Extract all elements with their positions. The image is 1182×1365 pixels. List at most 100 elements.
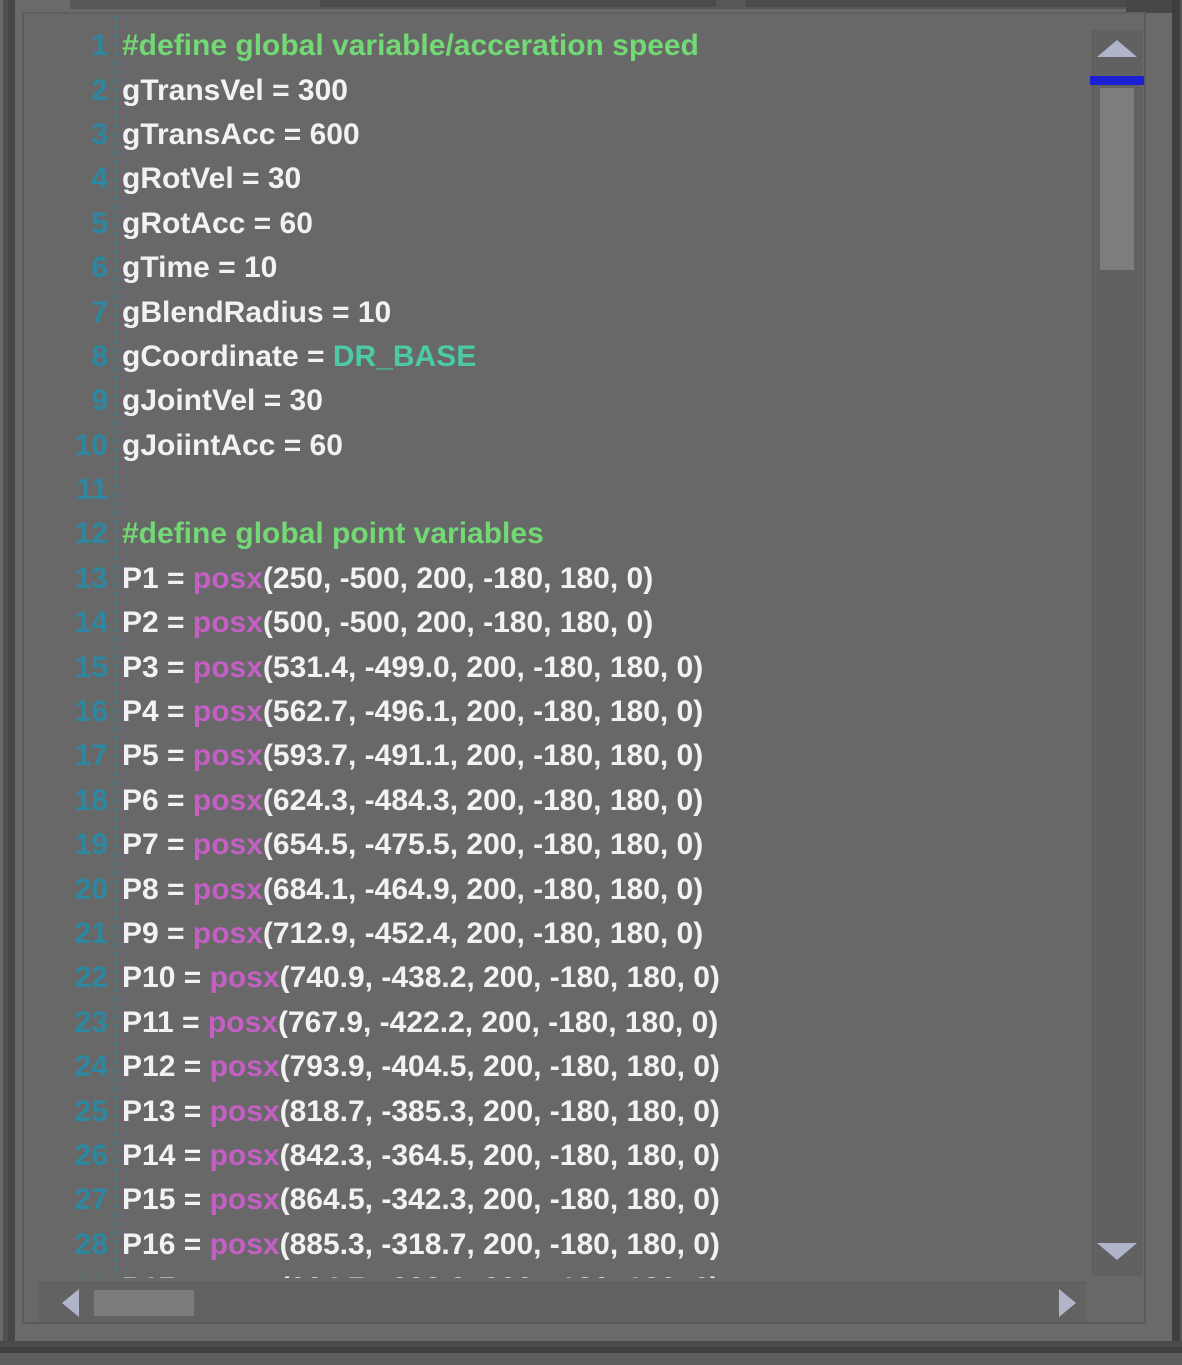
- code-line: 23P11 = posx(767.9, -422.2, 200, -180, 1…: [26, 1001, 1092, 1045]
- code-line: 27P15 = posx(864.5, -342.3, 200, -180, 1…: [26, 1178, 1092, 1222]
- code-token-plain: P1 =: [122, 562, 193, 595]
- code-line: 16P4 = posx(562.7, -496.1, 200, -180, 18…: [26, 690, 1092, 734]
- line-number: 18: [26, 784, 114, 818]
- code-token-plain: P11 =: [122, 1006, 208, 1039]
- scroll-down-arrow-icon[interactable]: [1097, 1243, 1137, 1260]
- line-number: 6: [26, 251, 114, 285]
- code-token-plain: (864.5, -342.3, 200, -180, 180, 0): [280, 1183, 720, 1216]
- vertical-scrollbar-thumb[interactable]: [1100, 88, 1134, 270]
- code-token-func: posx: [210, 961, 280, 994]
- code-text: P1 = posx(250, -500, 200, -180, 180, 0): [122, 562, 653, 596]
- code-token-plain: (531.4, -499.0, 200, -180, 180, 0): [263, 651, 703, 684]
- code-token-plain: (767.9, -422.2, 200, -180, 180, 0): [278, 1006, 718, 1039]
- code-token-plain: P16 =: [122, 1228, 210, 1261]
- code-token-plain: P10 =: [122, 961, 210, 994]
- code-line: 22P10 = posx(740.9, -438.2, 200, -180, 1…: [26, 956, 1092, 1000]
- code-text: P8 = posx(684.1, -464.9, 200, -180, 180,…: [122, 873, 703, 907]
- code-area[interactable]: 1#define global variable/acceration spee…: [26, 16, 1092, 1278]
- cropped-toolbar-button-edge: [746, 0, 1126, 7]
- code-token-plain: (793.9, -404.5, 200, -180, 180, 0): [280, 1050, 720, 1083]
- code-token-func: posx: [210, 1095, 280, 1128]
- horizontal-scrollbar[interactable]: [38, 1282, 1086, 1322]
- code-text: P10 = posx(740.9, -438.2, 200, -180, 180…: [122, 961, 720, 995]
- code-line: 21P9 = posx(712.9, -452.4, 200, -180, 18…: [26, 912, 1092, 956]
- code-text: P16 = posx(885.3, -318.7, 200, -180, 180…: [122, 1228, 720, 1262]
- scroll-up-arrow-icon[interactable]: [1097, 40, 1137, 57]
- code-line: 18P6 = posx(624.3, -484.3, 200, -180, 18…: [26, 779, 1092, 823]
- line-number: 8: [26, 340, 114, 374]
- code-token-plain: gTime = 10: [122, 251, 277, 284]
- code-text: P6 = posx(624.3, -484.3, 200, -180, 180,…: [122, 784, 703, 818]
- code-text: gRotVel = 30: [122, 162, 301, 196]
- code-token-plain: P17 =: [122, 1272, 210, 1278]
- line-number: 12: [26, 517, 114, 551]
- line-number: 11: [26, 473, 114, 507]
- line-number: 7: [26, 296, 114, 330]
- code-line: 19P7 = posx(654.5, -475.5, 200, -180, 18…: [26, 823, 1092, 867]
- scroll-right-arrow-icon[interactable]: [1059, 1289, 1076, 1317]
- line-number: 3: [26, 118, 114, 152]
- code-text: P7 = posx(654.5, -475.5, 200, -180, 180,…: [122, 828, 703, 862]
- code-line: 10gJoiintAcc = 60: [26, 424, 1092, 468]
- code-line: 12#define global point variables: [26, 512, 1092, 556]
- code-token-plain: P13 =: [122, 1095, 210, 1128]
- horizontal-scrollbar-thumb[interactable]: [94, 1290, 194, 1316]
- code-line: 3gTransAcc = 600: [26, 113, 1092, 157]
- code-token-comment: #define global point variables: [122, 517, 544, 550]
- line-number: 13: [26, 562, 114, 596]
- code-lines: 1#define global variable/acceration spee…: [26, 24, 1092, 1278]
- cropped-toolbar-button-edge: [320, 0, 716, 7]
- vertical-scrollbar[interactable]: [1092, 30, 1142, 1276]
- code-token-plain: P12 =: [122, 1050, 210, 1083]
- code-text: P9 = posx(712.9, -452.4, 200, -180, 180,…: [122, 917, 703, 951]
- code-token-plain: (250, -500, 200, -180, 180, 0): [263, 562, 653, 595]
- code-text: gJoiintAcc = 60: [122, 429, 343, 463]
- code-token-plain: (885.3, -318.7, 200, -180, 180, 0): [280, 1228, 720, 1261]
- code-token-plain: gTransVel = 300: [122, 74, 348, 107]
- code-line: 14P2 = posx(500, -500, 200, -180, 180, 0…: [26, 601, 1092, 645]
- code-token-plain: P8 =: [122, 873, 193, 906]
- line-number: 23: [26, 1006, 114, 1040]
- scroll-position-indicator: [1090, 76, 1144, 85]
- code-editor-window: 1#define global variable/acceration spee…: [0, 0, 1182, 1365]
- line-number: 19: [26, 828, 114, 862]
- code-token-plain: (684.1, -464.9, 200, -180, 180, 0): [263, 873, 703, 906]
- code-text: P15 = posx(864.5, -342.3, 200, -180, 180…: [122, 1183, 720, 1217]
- code-line: 4gRotVel = 30: [26, 157, 1092, 201]
- code-token-plain: P2 =: [122, 606, 193, 639]
- code-text: #define global point variables: [122, 517, 544, 551]
- code-text: P14 = posx(842.3, -364.5, 200, -180, 180…: [122, 1139, 720, 1173]
- code-line: 20P8 = posx(684.1, -464.9, 200, -180, 18…: [26, 867, 1092, 911]
- line-number: 29: [26, 1272, 114, 1278]
- code-line: 24P12 = posx(793.9, -404.5, 200, -180, 1…: [26, 1045, 1092, 1089]
- code-text: P3 = posx(531.4, -499.0, 200, -180, 180,…: [122, 651, 703, 685]
- code-text: gTransVel = 300: [122, 74, 348, 108]
- window-frame-right: [1172, 0, 1180, 1365]
- code-token-plain: P15 =: [122, 1183, 210, 1216]
- line-number: 10: [26, 429, 114, 463]
- code-token-plain: (593.7, -491.1, 200, -180, 180, 0): [263, 739, 703, 772]
- code-token-plain: gRotVel = 30: [122, 162, 301, 195]
- code-token-func: posx: [193, 873, 263, 906]
- code-line: 29P17 = posx(904.7, -293.9, 200, -180, 1…: [26, 1267, 1092, 1278]
- code-token-plain: (842.3, -364.5, 200, -180, 180, 0): [280, 1139, 720, 1172]
- code-token-plain: gBlendRadius = 10: [122, 296, 391, 329]
- code-token-plain: P4 =: [122, 695, 193, 728]
- code-token-func: posx: [210, 1228, 280, 1261]
- code-token-func: posx: [193, 606, 263, 639]
- scroll-left-arrow-icon[interactable]: [62, 1289, 79, 1317]
- code-token-plain: P3 =: [122, 651, 193, 684]
- code-token-plain: gCoordinate =: [122, 340, 333, 373]
- code-token-func: posx: [210, 1050, 280, 1083]
- line-number: 14: [26, 606, 114, 640]
- code-token-func: posx: [193, 651, 263, 684]
- line-number: 28: [26, 1228, 114, 1262]
- code-line: 7gBlendRadius = 10: [26, 290, 1092, 334]
- code-line: 13P1 = posx(250, -500, 200, -180, 180, 0…: [26, 557, 1092, 601]
- code-text: gJointVel = 30: [122, 384, 323, 418]
- code-text: gCoordinate = DR_BASE: [122, 340, 476, 374]
- code-text: P11 = posx(767.9, -422.2, 200, -180, 180…: [122, 1006, 718, 1040]
- code-token-plain: gJoiintAcc = 60: [122, 429, 343, 462]
- code-token-plain: P7 =: [122, 828, 193, 861]
- code-text: gBlendRadius = 10: [122, 296, 391, 330]
